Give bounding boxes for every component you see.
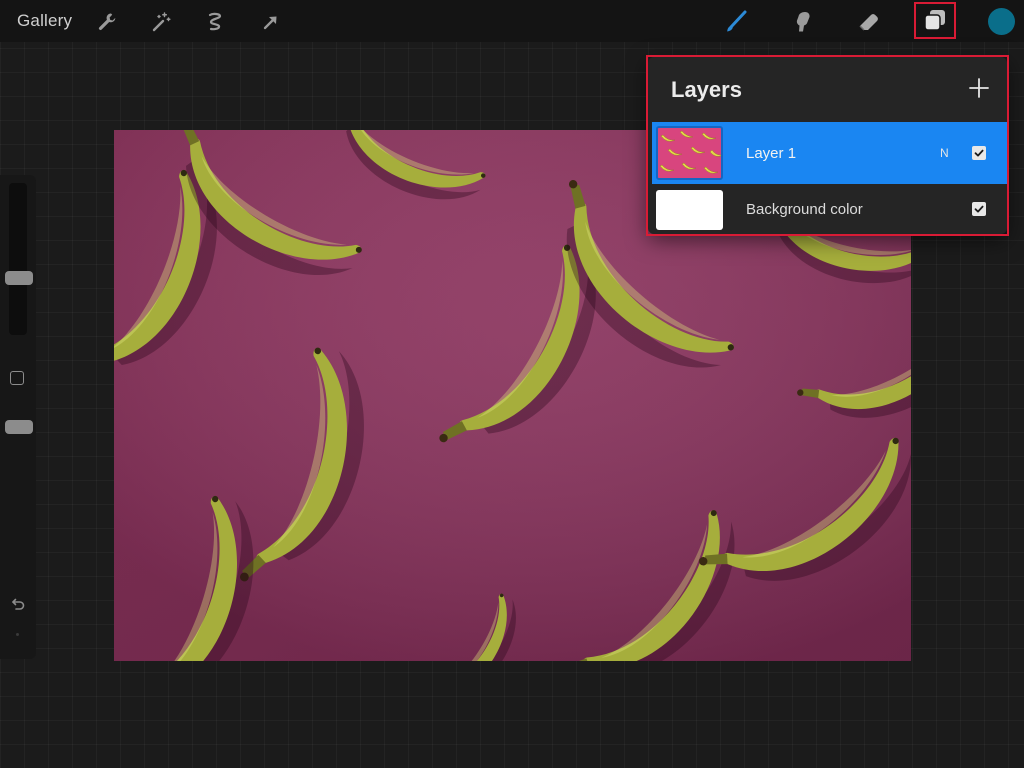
blend-mode-button[interactable]: N <box>940 146 949 160</box>
layer-thumbnail <box>656 126 723 180</box>
checkmark-icon <box>974 149 984 157</box>
layers-panel-title: Layers <box>671 77 742 102</box>
selection-icon[interactable] <box>202 9 228 35</box>
brush-size-slider-thumb[interactable] <box>5 271 33 285</box>
plus-icon[interactable] <box>968 77 990 99</box>
left-sidebar <box>0 175 36 659</box>
layers-panel: Layers Layer 1 N Background color <box>648 57 1007 234</box>
brush-size-slider[interactable] <box>9 183 27 335</box>
layer-row-background-color[interactable]: Background color <box>652 184 1007 234</box>
layer-name: Background color <box>746 201 863 218</box>
undo-icon[interactable] <box>9 595 27 613</box>
eraser-icon[interactable] <box>856 9 882 35</box>
smudge-icon[interactable] <box>789 9 815 35</box>
layer-row-layer-1[interactable]: Layer 1 N <box>652 122 1007 184</box>
top-toolbar: Gallery <box>0 0 1024 42</box>
color-picker-swatch[interactable] <box>988 8 1015 35</box>
layers-icon <box>924 10 945 31</box>
background-color-thumbnail <box>656 190 723 230</box>
layer-visibility-checkbox[interactable] <box>972 202 986 216</box>
layer-name: Layer 1 <box>746 145 797 162</box>
checkmark-icon <box>974 205 984 213</box>
brush-icon[interactable] <box>723 9 749 35</box>
wrench-icon[interactable] <box>94 9 120 35</box>
layer-visibility-checkbox[interactable] <box>972 146 986 160</box>
gallery-button[interactable]: Gallery <box>17 11 72 31</box>
redo-icon[interactable] <box>16 633 19 636</box>
opacity-slider[interactable] <box>9 343 27 575</box>
layers-button[interactable] <box>917 3 953 37</box>
arrow-cursor-icon[interactable] <box>258 9 284 35</box>
opacity-slider-thumb[interactable] <box>5 420 33 434</box>
magic-wand-icon[interactable] <box>148 9 174 35</box>
